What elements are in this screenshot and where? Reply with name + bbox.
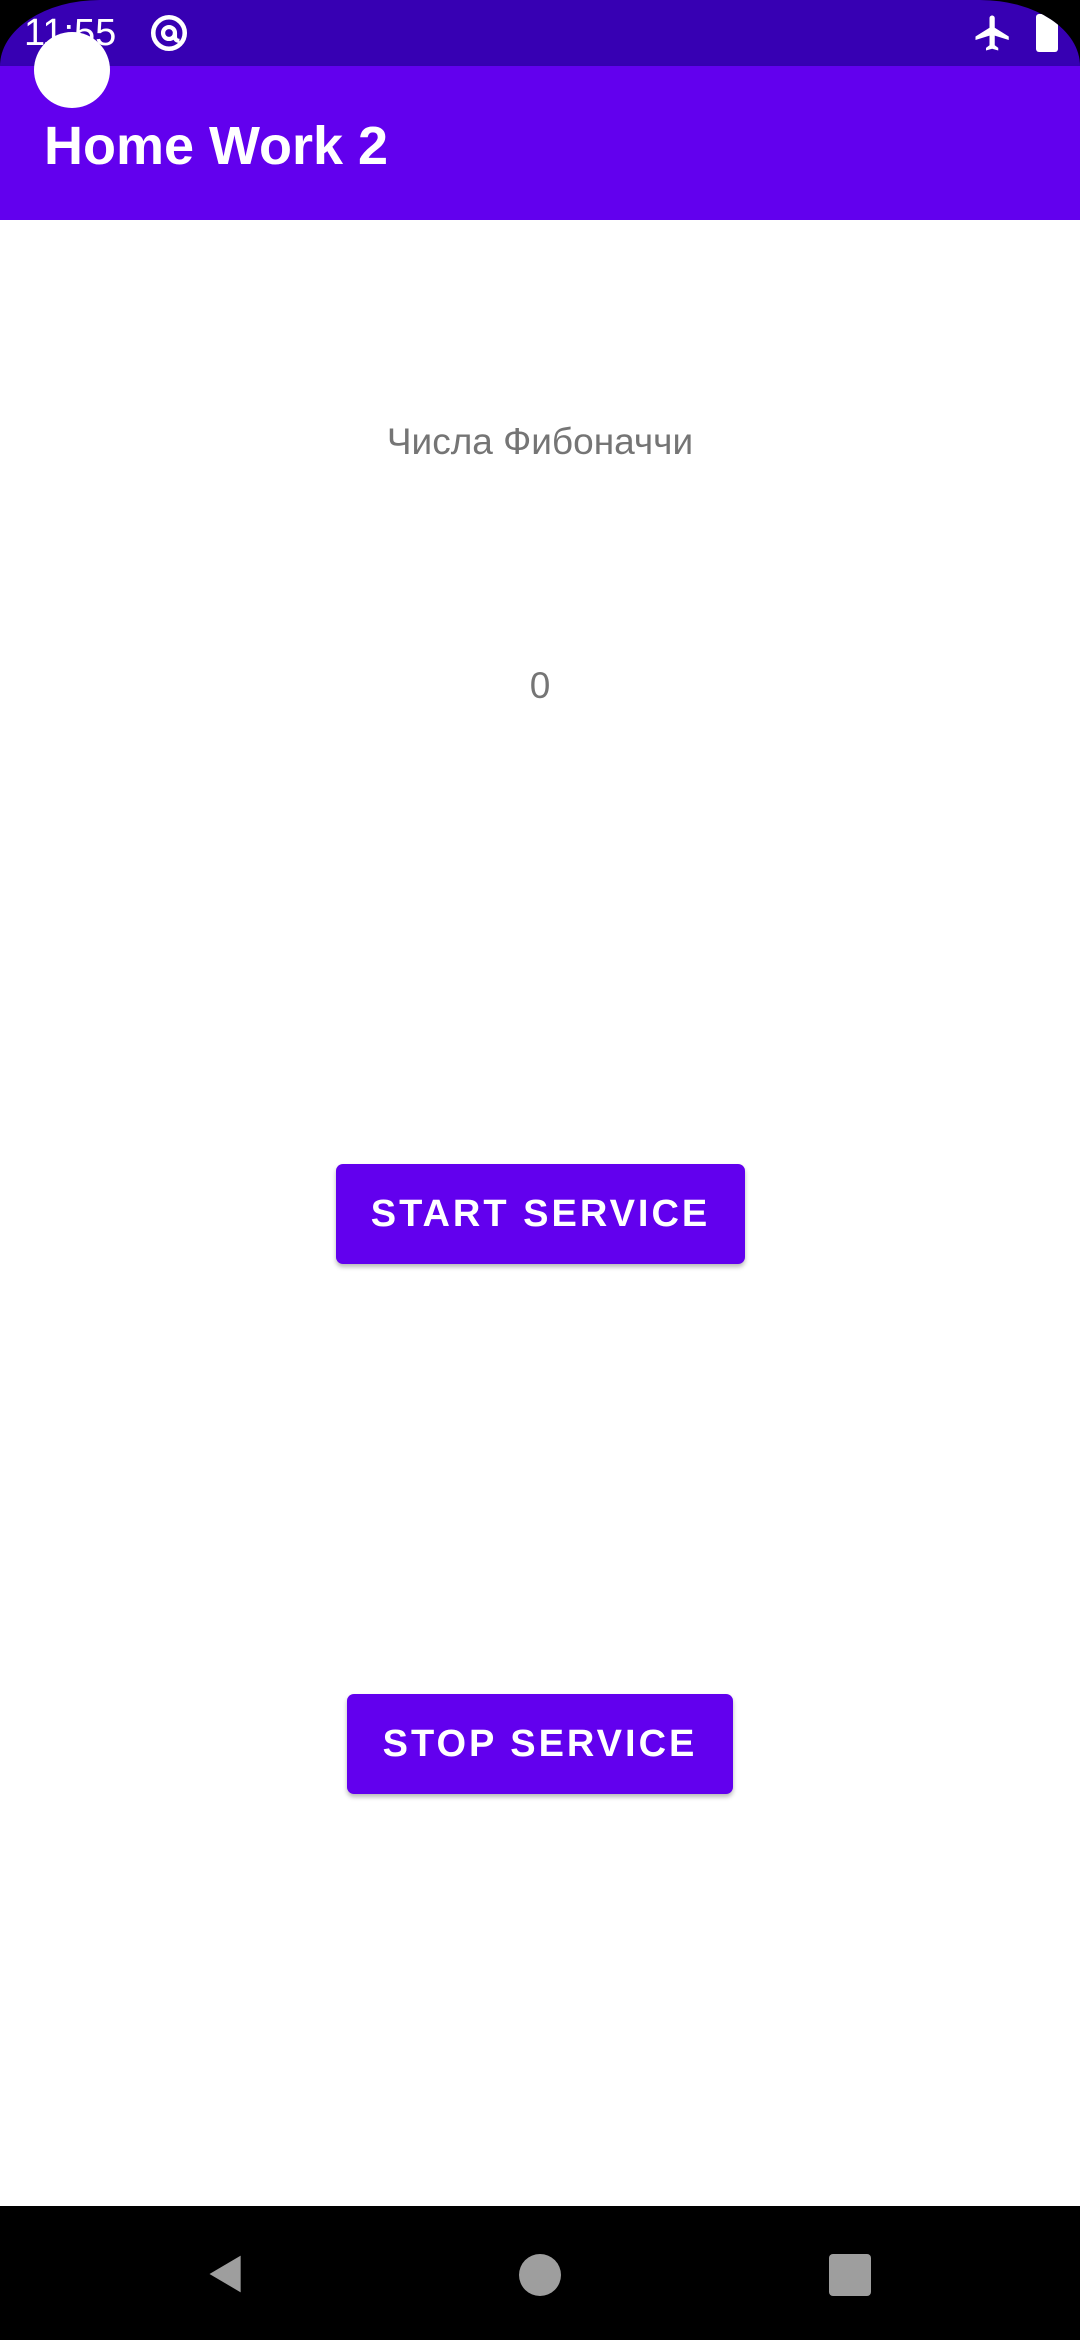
status-bar: 11:55	[0, 0, 1080, 66]
airplane-mode-icon	[975, 15, 1009, 51]
home-icon[interactable]	[519, 2254, 561, 2296]
recents-icon[interactable]	[829, 2254, 871, 2296]
device-screen: 11:55 Home Work 2 Числа Фибоначчи 0 STAR…	[0, 0, 1080, 2340]
main-content: Числа Фибоначчи 0 START SERVICE STOP SER…	[0, 220, 1080, 2206]
stop-service-button[interactable]: STOP SERVICE	[347, 1694, 733, 1794]
start-service-button[interactable]: START SERVICE	[336, 1164, 745, 1264]
fibonacci-value-label: 0	[529, 665, 551, 706]
at-sign-icon	[150, 14, 188, 52]
back-icon[interactable]	[204, 2252, 248, 2296]
battery-icon	[1036, 14, 1058, 52]
fibonacci-title-label: Числа Фибоначчи	[386, 421, 694, 462]
camera-cutout	[34, 32, 110, 108]
navigation-bar	[0, 2206, 1080, 2340]
app-bar: Home Work 2	[0, 66, 1080, 220]
app-title: Home Work 2	[44, 116, 389, 176]
